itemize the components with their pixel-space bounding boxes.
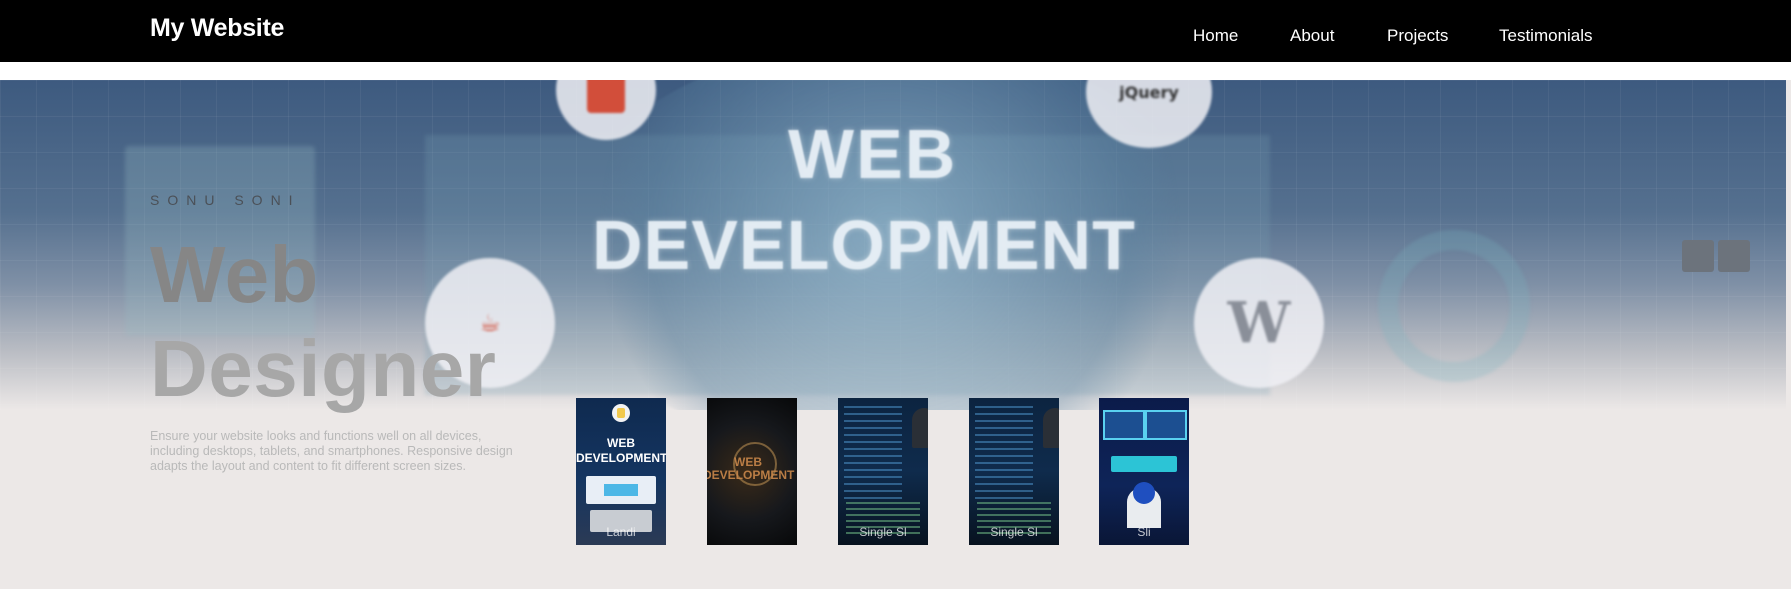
person-silhouette	[912, 408, 928, 448]
slider-next-button[interactable]	[1718, 240, 1750, 272]
thumbnail-title: WEB DEVELOPMENT	[576, 436, 666, 466]
headline-line-2: Designer	[150, 324, 497, 413]
keyboard-illustration	[1111, 456, 1177, 472]
slider-prev-button[interactable]	[1682, 240, 1714, 272]
hero-section: jQuery ☕ W WEB DEVELOPMENT SONU SONI Web…	[0, 80, 1791, 589]
banner-title-web: WEB	[788, 115, 958, 193]
thumbnail-title-line2: DEVELOPMENT	[707, 468, 795, 482]
laptop-illustration	[586, 476, 656, 504]
thumbnail-title-line1: WEB	[607, 436, 635, 450]
site-logo[interactable]: My Website	[150, 14, 284, 43]
thumbnail-title: WEB DEVELOPMENT	[707, 455, 795, 482]
thumbnail-caption: Single Sl	[990, 525, 1038, 539]
headline-line-1: Web	[150, 230, 319, 319]
thumbnail-title-line2: DEVELOPMENT	[576, 451, 666, 465]
nav-link-home[interactable]: Home	[1193, 26, 1238, 46]
code-lines-graphic	[975, 406, 1033, 502]
ring-graphic	[1378, 230, 1530, 382]
js-icon	[612, 404, 630, 422]
nav-link-testimonials[interactable]: Testimonials	[1499, 26, 1593, 46]
hero-subtitle: SONU SONI	[150, 192, 301, 208]
thumbnail-3[interactable]: Single Sl	[838, 398, 928, 545]
monitor-illustration	[1145, 410, 1187, 440]
banner-title-development: DEVELOPMENT	[592, 206, 1136, 284]
hero-description: Ensure your website looks and functions …	[150, 429, 513, 473]
thumbnail-1[interactable]: WEB DEVELOPMENT Landi	[576, 398, 666, 545]
thumbnail-5[interactable]: Sli	[1099, 398, 1189, 545]
thumbnail-caption: Sli	[1137, 525, 1151, 539]
nav-link-about[interactable]: About	[1290, 26, 1334, 46]
site-header: My Website Home About Projects Testimoni…	[0, 0, 1791, 62]
thumbnail-caption: Landi	[606, 525, 636, 539]
thumbnail-caption: Single Sl	[859, 525, 907, 539]
wordpress-icon: W	[1194, 258, 1324, 388]
thumbnail-4[interactable]: Single Sl	[969, 398, 1059, 545]
code-lines-graphic	[844, 406, 902, 502]
monitor-illustration	[1103, 410, 1145, 440]
person-head-illustration	[1133, 482, 1155, 504]
thumbnail-2[interactable]: WEB DEVELOPMENT	[707, 398, 797, 545]
hero-headline: Web Designer	[150, 228, 570, 416]
thumbnail-title-line1: WEB	[734, 455, 762, 469]
nav-link-projects[interactable]: Projects	[1387, 26, 1448, 46]
person-silhouette	[1043, 408, 1059, 448]
